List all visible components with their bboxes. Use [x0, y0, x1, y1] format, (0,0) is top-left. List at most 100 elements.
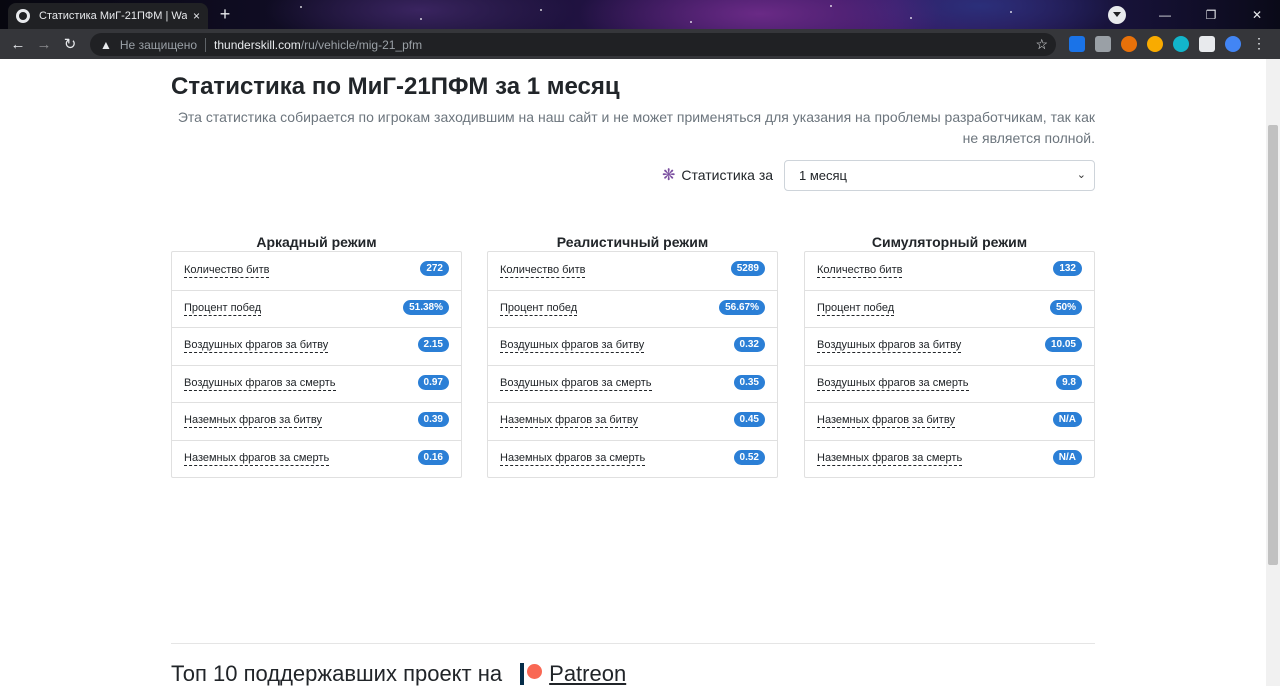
extension-new-icon[interactable]: [1069, 36, 1085, 52]
stat-row: Процент побед 50%: [805, 289, 1094, 328]
period-selected-value: 1 месяц: [799, 168, 847, 183]
profile-dropdown-icon[interactable]: [1108, 5, 1126, 24]
stat-label[interactable]: Наземных фрагов за битву: [817, 414, 955, 429]
mode-title: Аркадный режим: [256, 234, 377, 250]
extension-play-icon[interactable]: [1147, 36, 1163, 52]
stat-row: Количество битв 5289: [488, 252, 777, 290]
stat-row: Воздушных фрагов за смерть 0.97: [172, 364, 461, 403]
stat-label[interactable]: Воздушных фрагов за битву: [817, 339, 962, 354]
period-label: Статистика за: [681, 167, 774, 183]
stat-row: Наземных фрагов за битву 0.39: [172, 402, 461, 440]
stat-row: Количество битв 272: [172, 252, 461, 290]
menu-kebab-icon[interactable]: ⋮: [1252, 36, 1266, 50]
extension-puzzle-grey-icon[interactable]: [1095, 36, 1111, 52]
page-lead: Эта статистика собирается по игрокам зах…: [177, 109, 1095, 146]
close-tab-icon[interactable]: ×: [193, 9, 200, 23]
stat-label[interactable]: Воздушных фрагов за смерть: [500, 377, 652, 391]
stat-label[interactable]: Процент побед: [184, 302, 262, 316]
extension-refresh-icon[interactable]: [1173, 36, 1189, 52]
browser-chrome: Статистика МиГ-21ПФМ | War T × + — ❐ ✕ ←…: [0, 0, 1280, 59]
stat-row: Воздушных фрагов за битву 2.15: [172, 327, 461, 365]
stat-label[interactable]: Количество битв: [817, 264, 903, 278]
reload-icon[interactable]: ↻: [57, 35, 83, 53]
forward-icon[interactable]: →: [31, 36, 57, 53]
mode-panel-simulator: Симуляторный режим Количество битв 132 Пр…: [804, 233, 1095, 478]
period-select[interactable]: 1 месяц ⌄: [784, 160, 1095, 191]
stat-row: Воздушных фрагов за смерть 9.8: [805, 364, 1094, 403]
stat-row: Количество битв 132: [805, 252, 1094, 290]
stat-label[interactable]: Воздушных фрагов за битву: [500, 339, 645, 354]
stat-label[interactable]: Наземных фрагов за смерть: [817, 452, 963, 466]
minimize-icon[interactable]: —: [1142, 8, 1188, 22]
supporters-heading-text: Топ 10 поддержавших проект на: [171, 661, 503, 686]
supporters-heading: Топ 10 поддержавших проект на Patreon: [171, 661, 626, 686]
stat-row: Наземных фрагов за битву N/A: [805, 402, 1094, 440]
stat-badge: 0.45: [733, 412, 765, 427]
chevron-down-icon: ⌄: [1076, 169, 1086, 181]
close-window-icon[interactable]: ✕: [1234, 8, 1280, 22]
address-bar[interactable]: ▲ Не защищено thunderskill.com /ru/vehic…: [90, 33, 1056, 56]
stat-badge: 272: [420, 261, 449, 276]
back-icon[interactable]: ←: [5, 36, 31, 53]
stat-label[interactable]: Количество битв: [500, 264, 586, 278]
browser-tab[interactable]: Статистика МиГ-21ПФМ | War T ×: [8, 3, 208, 29]
stat-badge: 50%: [1049, 299, 1082, 315]
mode-panel-arcade: Аркадный режим Количество битв 272 Процен…: [171, 233, 462, 478]
stat-badge: 0.52: [733, 449, 765, 465]
extensions-area: [1064, 29, 1246, 59]
page-title: Статистика по МиГ-21ПФМ за 1 месяц: [171, 73, 620, 100]
mode-panel-realistic: Реалистичный режим Количество битв 5289 П…: [487, 233, 778, 478]
stat-badge: 5289: [730, 261, 765, 276]
stat-row: Наземных фрагов за смерть 0.52: [488, 439, 777, 478]
mode-title: Симуляторный режим: [871, 234, 1028, 250]
stat-label[interactable]: Наземных фрагов за смерть: [184, 452, 330, 466]
stat-badge: 56.67%: [719, 299, 765, 315]
stat-badge: 51.38%: [403, 299, 449, 315]
extension-orange-icon[interactable]: [1121, 36, 1137, 52]
stat-label[interactable]: Наземных фрагов за битву: [500, 414, 638, 429]
stat-label[interactable]: Наземных фрагов за битву: [184, 414, 322, 429]
new-tab-button[interactable]: +: [215, 4, 235, 24]
scrollbar-thumb[interactable]: [1268, 125, 1278, 565]
stat-label[interactable]: Наземных фрагов за смерть: [500, 452, 646, 466]
stat-row: Наземных фрагов за смерть N/A: [805, 439, 1094, 478]
profile-avatar-icon[interactable]: [1225, 36, 1241, 52]
stat-label[interactable]: Воздушных фрагов за смерть: [184, 377, 336, 391]
divider: [205, 37, 207, 52]
stat-badge: N/A: [1052, 412, 1082, 427]
stat-label[interactable]: Процент побед: [500, 302, 578, 316]
stat-label[interactable]: Воздушных фрагов за битву: [184, 339, 329, 354]
stat-badge: 132: [1053, 261, 1082, 276]
stat-badge: 0.32: [733, 337, 765, 352]
mode-title: Реалистичный режим: [556, 234, 709, 250]
stat-label[interactable]: Воздушных фрагов за смерть: [817, 377, 969, 391]
page-content: Статистика по МиГ-21ПФМ за 1 месяц Эта с…: [0, 59, 1266, 686]
stat-badge: 10.05: [1044, 337, 1082, 352]
stat-row: Наземных фрагов за битву 0.45: [488, 402, 777, 440]
window-controls: — ❐ ✕: [1108, 0, 1280, 29]
patreon-link-text: Patreon: [549, 661, 627, 686]
page-scrollbar[interactable]: [1266, 59, 1280, 686]
patreon-logo-icon: [527, 663, 543, 679]
bookmark-star-icon[interactable]: ☆: [1035, 36, 1048, 53]
stat-row: Процент побед 56.67%: [488, 289, 777, 328]
stat-row: Воздушных фрагов за смерть 0.35: [488, 364, 777, 403]
warning-icon: ▲: [100, 37, 112, 52]
url-domain: thunderskill.com: [214, 37, 301, 52]
maximize-icon[interactable]: ❐: [1188, 8, 1234, 22]
stat-badge: 9.8: [1056, 374, 1082, 390]
tab-strip: Статистика МиГ-21ПФМ | War T × + — ❐ ✕: [0, 0, 1280, 29]
stat-row: Наземных фрагов за смерть 0.16: [172, 439, 461, 478]
section-divider: [171, 643, 1095, 644]
stat-badge: 0.97: [417, 374, 449, 390]
stat-label[interactable]: Количество битв: [184, 264, 270, 278]
stat-badge: 2.15: [417, 337, 449, 352]
security-label: Не защищено: [119, 37, 198, 52]
globe-icon: [16, 9, 30, 23]
patreon-link[interactable]: Patreon: [520, 661, 626, 686]
url-path: /ru/vehicle/mig-21_pfm: [300, 37, 423, 52]
period-filter: ❋ Статистика за: [662, 160, 773, 190]
stat-label[interactable]: Процент побед: [817, 302, 895, 316]
extensions-puzzle-icon[interactable]: [1199, 36, 1215, 52]
stat-badge: 0.16: [417, 449, 449, 465]
